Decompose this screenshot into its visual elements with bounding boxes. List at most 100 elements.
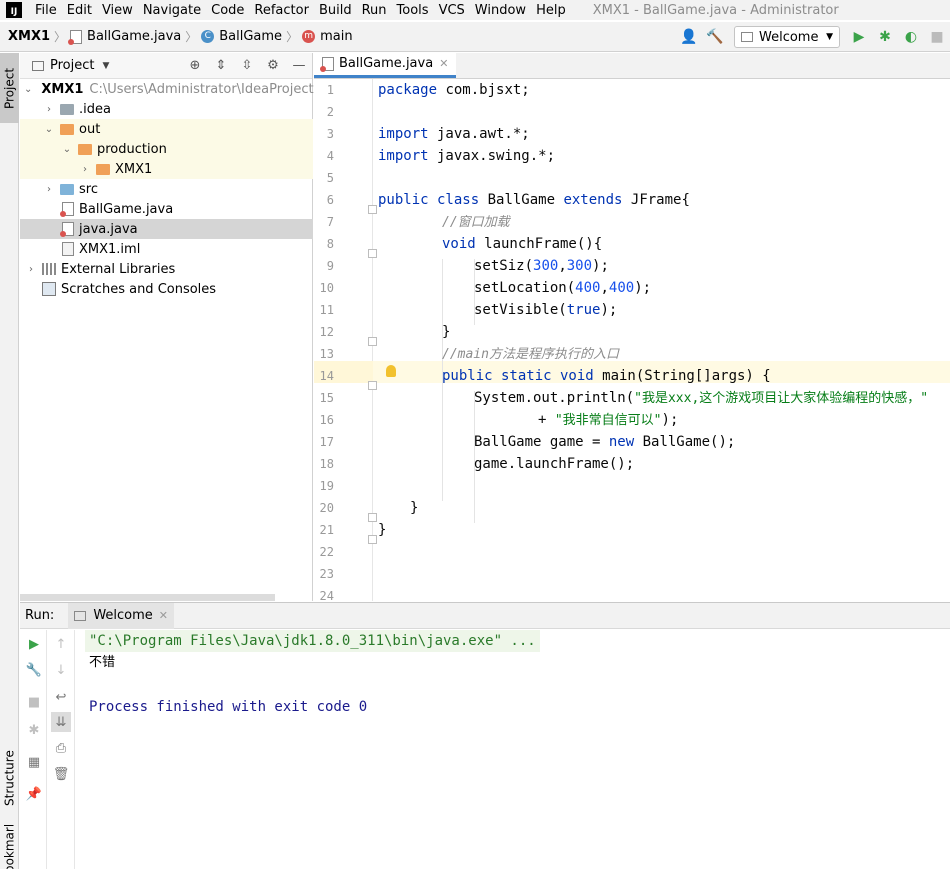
arrow-up-icon[interactable]: ↑ — [51, 634, 71, 654]
breadcrumb-project[interactable]: XMX1 — [8, 29, 50, 44]
stop-icon[interactable]: ■ — [926, 26, 948, 48]
menu-view[interactable]: View — [97, 3, 138, 18]
project-tool-tab[interactable]: Project — [0, 53, 19, 123]
menu-code[interactable]: Code — [206, 3, 249, 18]
line-number: 4 — [326, 149, 334, 163]
run-toolbar-secondary: ↑ ↓ ↩ ⇊ ⎙ 🗑 — [47, 630, 75, 869]
tree-item-label: java.java — [79, 221, 138, 237]
line-number: 2 — [326, 105, 334, 119]
close-icon[interactable]: ✕ — [439, 57, 448, 70]
trash-icon[interactable]: 🗑 — [51, 764, 71, 784]
console-output[interactable]: "C:\Program Files\Java\jdk1.8.0_311\bin\… — [80, 630, 950, 718]
editor-gutter: 1 2 3 4 5 6 7 8 9 10 11 12 13 14 15 16 1… — [314, 79, 396, 601]
chevron-right-icon: 〉 — [54, 30, 67, 44]
chevron-down-icon[interactable]: ⌄ — [60, 144, 74, 155]
hide-icon[interactable]: — — [286, 58, 312, 73]
window-title: XMX1 - BallGame.java - Administrator — [592, 2, 839, 18]
tree-item-label: XMX1 — [41, 81, 84, 97]
chevron-right-icon[interactable]: › — [42, 184, 56, 195]
code-token: setSiz( — [474, 258, 534, 274]
menu-refactor[interactable]: Refactor — [249, 3, 314, 18]
chevron-right-icon[interactable]: › — [24, 264, 38, 275]
code-token: import — [378, 148, 429, 164]
chevron-down-icon[interactable]: ▼ — [102, 61, 109, 71]
stop-icon[interactable]: ■ — [24, 692, 44, 712]
tree-item-java[interactable]: java.java — [20, 219, 313, 239]
tree-item-iml[interactable]: XMX1.iml — [20, 239, 313, 259]
run-panel-label: Run: — [25, 608, 55, 623]
run-panel: Run: Welcome ✕ ▶ 🔧 ■ ✱ ▦ 📌 ↑ ↓ ↩ ⇊ ⎙ 🗑 "… — [20, 602, 950, 869]
project-panel-title[interactable]: Project — [50, 58, 94, 73]
chevron-right-icon[interactable]: › — [42, 104, 56, 115]
menu-tools[interactable]: Tools — [392, 3, 434, 18]
line-number: 20 — [319, 501, 334, 515]
expand-all-icon[interactable]: ⇕ — [208, 58, 234, 73]
line-number: 13 — [319, 347, 334, 361]
tree-item-scratches[interactable]: Scratches and Consoles — [20, 279, 313, 299]
code-line: setSiz(300,300); — [474, 255, 609, 277]
editor-tab-ballgame[interactable]: BallGame.java ✕ — [314, 53, 457, 78]
breadcrumb: XMX1 〉 BallGame.java 〉 C BallGame 〉 m ma… — [0, 28, 353, 45]
run-config-select[interactable]: Welcome ▼ — [734, 26, 840, 48]
structure-tool-tab[interactable]: Structure — [0, 743, 19, 813]
coverage-icon[interactable]: ◐ — [900, 26, 922, 48]
menu-edit[interactable]: Edit — [62, 3, 97, 18]
menu-help[interactable]: Help — [531, 3, 571, 18]
libraries-icon — [42, 263, 56, 275]
menu-window[interactable]: Window — [470, 3, 531, 18]
bookmarks-tool-tab[interactable]: Bookmarks — [0, 825, 19, 869]
rerun-icon[interactable]: ▶ — [24, 634, 44, 654]
run-config-label: Welcome — [759, 29, 819, 45]
excluded-folder-icon — [96, 163, 110, 175]
wrench-icon[interactable]: 🔧 — [24, 660, 44, 680]
breadcrumb-method[interactable]: main — [320, 29, 352, 44]
pin-icon[interactable]: 📌 — [24, 784, 44, 804]
menu-vcs[interactable]: VCS — [434, 3, 470, 18]
collapse-all-icon[interactable]: ⇳ — [234, 58, 260, 73]
code-token: launchFrame(){ — [475, 236, 603, 252]
line-number: 3 — [326, 127, 334, 141]
menu-navigate[interactable]: Navigate — [138, 3, 206, 18]
tree-item-xmx1[interactable]: › XMX1 — [20, 159, 313, 179]
tree-item-libraries[interactable]: › External Libraries — [20, 259, 313, 279]
tree-item-idea[interactable]: › .idea — [20, 99, 313, 119]
build-hammer-icon[interactable]: 🔨 — [704, 26, 726, 48]
tree-item-out[interactable]: ⌄ out — [20, 119, 313, 139]
scroll-to-end-icon[interactable]: ⇊ — [51, 712, 71, 732]
chevron-right-icon[interactable]: › — [78, 164, 92, 175]
chevron-down-icon[interactable]: ⌄ — [24, 84, 32, 95]
user-icon[interactable]: 👤 — [678, 26, 700, 48]
arrow-down-icon[interactable]: ↓ — [51, 660, 71, 680]
tree-item-ballgame[interactable]: BallGame.java — [20, 199, 313, 219]
debug-icon[interactable]: ✱ — [874, 26, 896, 48]
debug-bug-icon[interactable]: ✱ — [24, 720, 44, 740]
layout-icon[interactable]: ▦ — [24, 752, 44, 772]
code-token: } — [378, 522, 387, 538]
breadcrumb-class[interactable]: BallGame — [219, 29, 282, 44]
gear-icon[interactable]: ⚙ — [260, 58, 286, 73]
tree-item-root[interactable]: ⌄ XMX1 C:\Users\Administrator\IdeaProjec… — [20, 79, 320, 99]
close-icon[interactable]: ✕ — [159, 609, 168, 622]
chevron-down-icon[interactable]: ⌄ — [42, 124, 56, 135]
code-line: setVisible(true); — [474, 299, 617, 321]
locate-icon[interactable]: ⊕ — [182, 58, 208, 73]
code-token: setVisible( — [474, 302, 567, 318]
line-number: 24 — [319, 589, 334, 601]
tree-item-production[interactable]: ⌄ production — [20, 139, 313, 159]
run-icon[interactable]: ▶ — [848, 26, 870, 48]
iml-file-icon — [62, 242, 74, 256]
horizontal-scrollbar[interactable] — [20, 594, 275, 601]
menu-file[interactable]: File — [30, 3, 62, 18]
run-tab-welcome[interactable]: Welcome ✕ — [68, 602, 174, 629]
code-token: public static void — [442, 368, 594, 384]
code-text-area[interactable]: package com.bjsxt; import java.awt.*; im… — [373, 79, 950, 601]
tree-item-src[interactable]: › src — [20, 179, 313, 199]
line-number: 5 — [326, 171, 334, 185]
menu-build[interactable]: Build — [314, 3, 357, 18]
soft-wrap-icon[interactable]: ↩ — [51, 687, 71, 707]
navigation-bar: XMX1 〉 BallGame.java 〉 C BallGame 〉 m ma… — [0, 22, 950, 52]
menu-run[interactable]: Run — [357, 3, 392, 18]
code-token: BallGame game = — [474, 434, 609, 450]
print-icon[interactable]: ⎙ — [51, 738, 71, 758]
breadcrumb-file[interactable]: BallGame.java — [87, 29, 181, 44]
